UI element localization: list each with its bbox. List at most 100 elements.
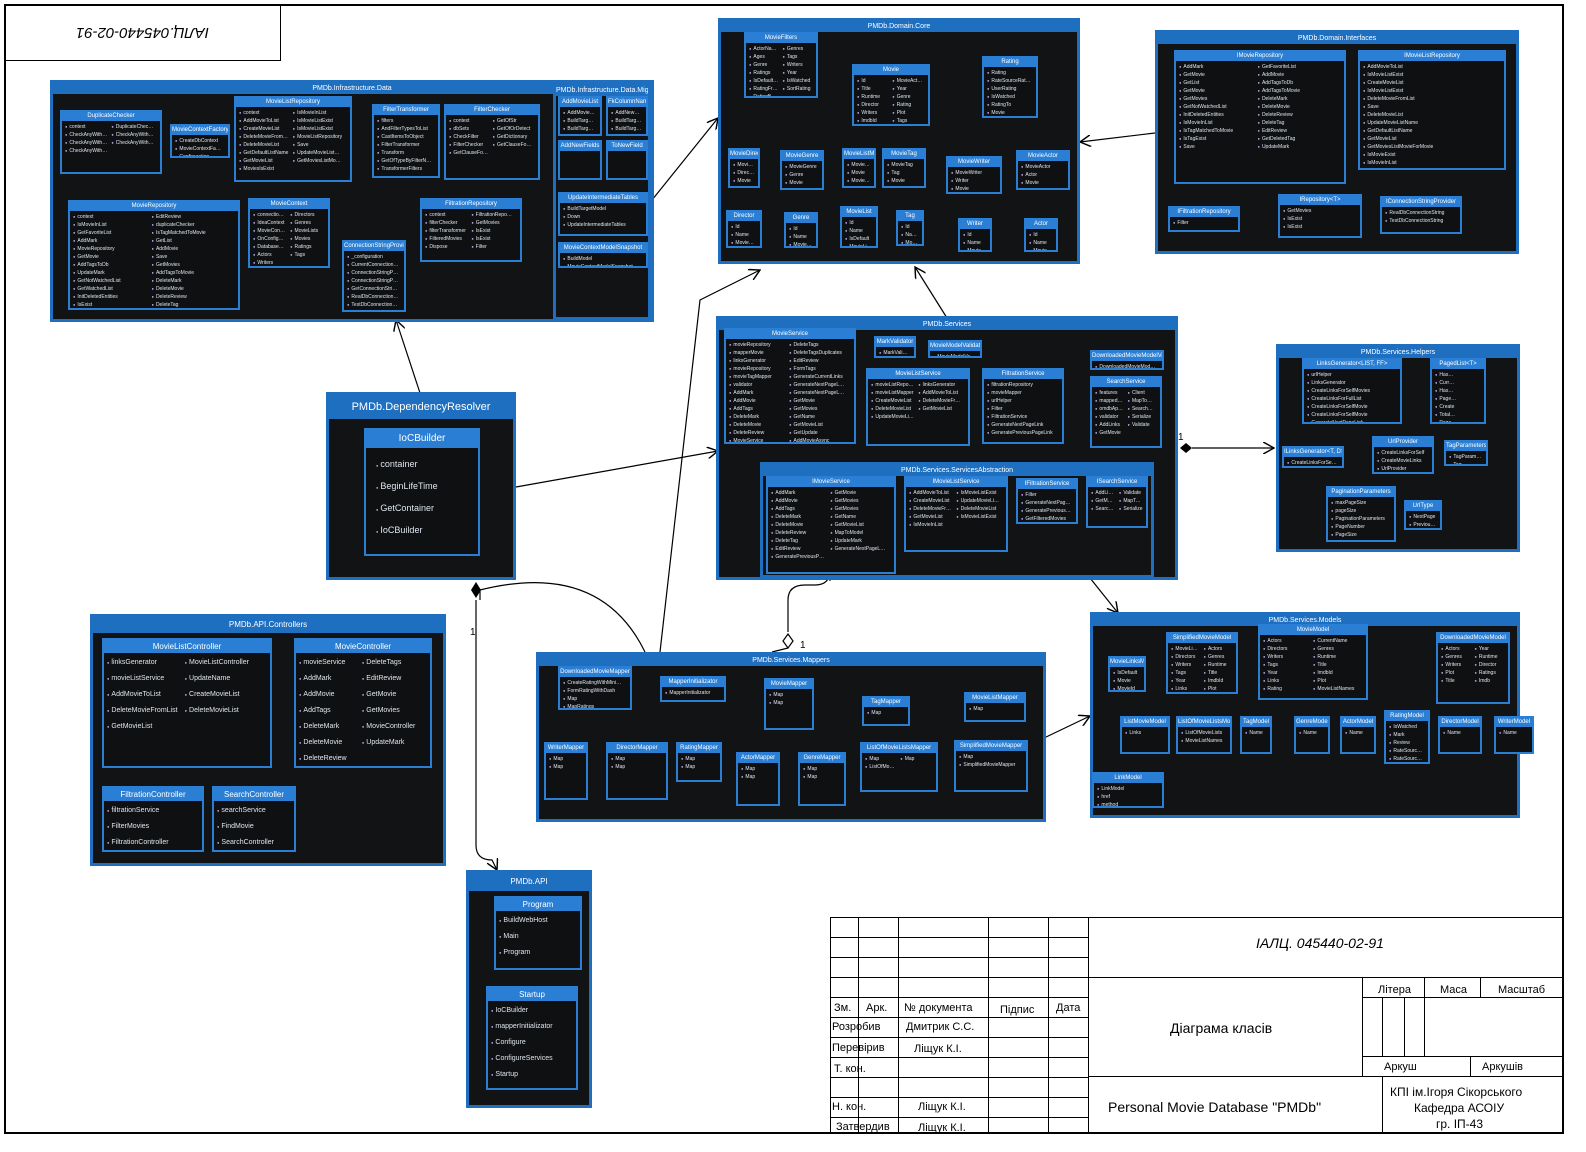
class-search-controller: SearchControllersearchServiceFindMovieSe… xyxy=(212,786,296,852)
class-member: GetName xyxy=(789,413,845,421)
class-member: Map xyxy=(549,763,582,771)
class-member: RateSourceRating xyxy=(1389,747,1423,755)
diamond-services-helpers xyxy=(1180,443,1192,453)
class-member: MarkValidator xyxy=(879,349,909,356)
class-member: GetNotWatchedList xyxy=(1179,103,1254,111)
class-member: GetMovies xyxy=(1179,95,1254,103)
class-members: movieRepository DeleteTags mapperMovie Dele… xyxy=(726,339,854,442)
tb-role-2: Т. кон. xyxy=(834,1063,866,1075)
class-member: DeleteReview xyxy=(299,751,358,766)
class-member: Down xyxy=(611,133,642,134)
class-member: GetFavoriteList xyxy=(73,229,148,237)
class-member: connectionString xyxy=(253,211,286,219)
class-member: Genres xyxy=(1313,645,1359,653)
class-member: Save xyxy=(1363,103,1495,111)
class-members: MapMap xyxy=(766,689,812,709)
class-title: DuplicateChecker xyxy=(62,112,160,121)
class-mig-add-new-fields: AddNewFields xyxy=(558,140,602,180)
class-member: AddTagsToDb xyxy=(73,261,148,269)
class-member: Genres xyxy=(1441,653,1470,661)
class-title: MovieListController xyxy=(104,640,270,653)
class-member: GetDefaultListName xyxy=(1363,127,1495,135)
class-members: MapMap xyxy=(608,753,666,773)
class-title: PaginationParameters xyxy=(1328,488,1394,497)
class-member: MovieContextFactory xyxy=(175,145,223,153)
class-list-of-movie-lists-model: ListOfMovieListsModelListOfMovieListsMov… xyxy=(1176,716,1232,754)
class-member: CurrentName xyxy=(1313,637,1359,645)
class-member: maxPageSize xyxy=(1331,499,1389,507)
class-member: GetMovie xyxy=(362,687,421,703)
class-title: AddMovieList xyxy=(560,98,600,107)
class-members: MapMap xyxy=(678,753,720,773)
class-member: Links xyxy=(1263,677,1309,685)
class-member: Actors xyxy=(1204,645,1233,653)
class-member: CheckAnyWithTags xyxy=(111,139,154,147)
class-member: MovieGenre xyxy=(785,163,818,171)
class-member: Genres xyxy=(1204,653,1233,661)
package-title: PMDb.DependencyResolver xyxy=(329,395,513,419)
class-title: SimplifiedMovieModel xyxy=(1168,634,1236,643)
class-member: MovieService xyxy=(729,437,785,442)
class-member: Rating xyxy=(1263,685,1309,693)
class-member: Movie xyxy=(847,169,870,177)
tb-name-1: Ліщук К.І. xyxy=(914,1043,962,1055)
grid-line xyxy=(830,1017,1088,1018)
class-member: Map xyxy=(959,753,1020,761)
class-member: DeleteMovie xyxy=(729,421,785,429)
class-member: Map xyxy=(563,695,624,703)
class-title: IMovieService xyxy=(768,478,894,487)
class-member: AddMovie xyxy=(771,497,826,505)
class-member: context xyxy=(239,109,289,117)
class-mig-fk-column: FkColumnNameAddNewFieldsBuildTargetModel… xyxy=(606,96,648,136)
class-movie-director: MovieDirectorMovieDirectorDirectorMovieD… xyxy=(728,148,760,188)
class-member: IsMovieListExist xyxy=(1363,71,1495,79)
class-member: InitDeletedEntities xyxy=(73,293,148,301)
class-member: Map xyxy=(741,765,774,773)
class-member: SortRating xyxy=(782,85,811,93)
class-list-model: ListMovieModel Links xyxy=(1120,716,1170,754)
class-member: movieRepository xyxy=(729,365,785,373)
grid-line xyxy=(1470,1056,1471,1076)
class-member: MovieListNames xyxy=(1313,685,1359,693)
class-members: MovieListNames Actors Directors Genres Write… xyxy=(1168,643,1236,692)
class-member: TransformerFilters xyxy=(377,165,433,173)
class-member: container xyxy=(376,454,468,476)
class-member: Movie xyxy=(785,179,818,187)
class-member: CreateMovieList xyxy=(1363,79,1495,87)
tb-sign: Підпис xyxy=(1000,1004,1035,1016)
class-member: _configuration xyxy=(347,253,399,261)
class-url-type: UrlTypeNextPagePreviousPage xyxy=(1404,500,1442,530)
class-member: DeleteReview xyxy=(152,293,227,301)
class-member: MovieActors xyxy=(1029,247,1052,250)
grid-line xyxy=(830,977,1088,978)
class-title: FiltrationService xyxy=(984,370,1062,379)
class-title: DownloadedMovieModel xyxy=(1438,634,1508,643)
class-member: GeneratePreviousPageLink xyxy=(771,553,826,561)
class-member: Tags xyxy=(892,117,923,124)
class-member: Writers xyxy=(1171,661,1200,669)
mult-resolver: 1 xyxy=(470,627,476,638)
class-member: Ratings xyxy=(1474,669,1503,677)
class-member: GetMovie xyxy=(1095,429,1124,437)
class-title: UrlType xyxy=(1406,502,1440,511)
class-title: MovieList xyxy=(842,208,876,217)
grid-line xyxy=(1480,978,1481,998)
class-movie-model: MovieModel Actors CurrentName Directors Genr… xyxy=(1258,624,1368,700)
class-title: MovieListMapper xyxy=(966,694,1024,703)
class-filter-transformer: FilterTransformerfiltersAndFilterTypesTo… xyxy=(372,104,440,178)
class-member: CheckAnyWithWriters xyxy=(65,147,107,155)
class-member: Plot xyxy=(1313,677,1359,685)
class-members: connectionString Directors IdeaContext Genr… xyxy=(250,209,328,266)
class-movie-tag: MovieTagMovieTagTagMovieTagIdMovieId xyxy=(882,148,926,188)
class-member: Down xyxy=(563,213,640,221)
class-member: Ages xyxy=(749,53,778,61)
class-member: DeleteMark xyxy=(771,513,826,521)
class-member: Genre xyxy=(749,61,778,69)
class-member: movieListRepository xyxy=(871,381,914,389)
class-members: MovieGenreGenreMovieGenreIdMovieId xyxy=(782,161,822,188)
class-member: FilterMovies xyxy=(107,819,195,835)
class-member: GeneratePreviousPageLink xyxy=(987,429,1056,437)
class-members: Name xyxy=(1496,727,1532,739)
class-title: MovieListRepository xyxy=(236,98,350,107)
class-member: movieMapper xyxy=(987,389,1056,397)
